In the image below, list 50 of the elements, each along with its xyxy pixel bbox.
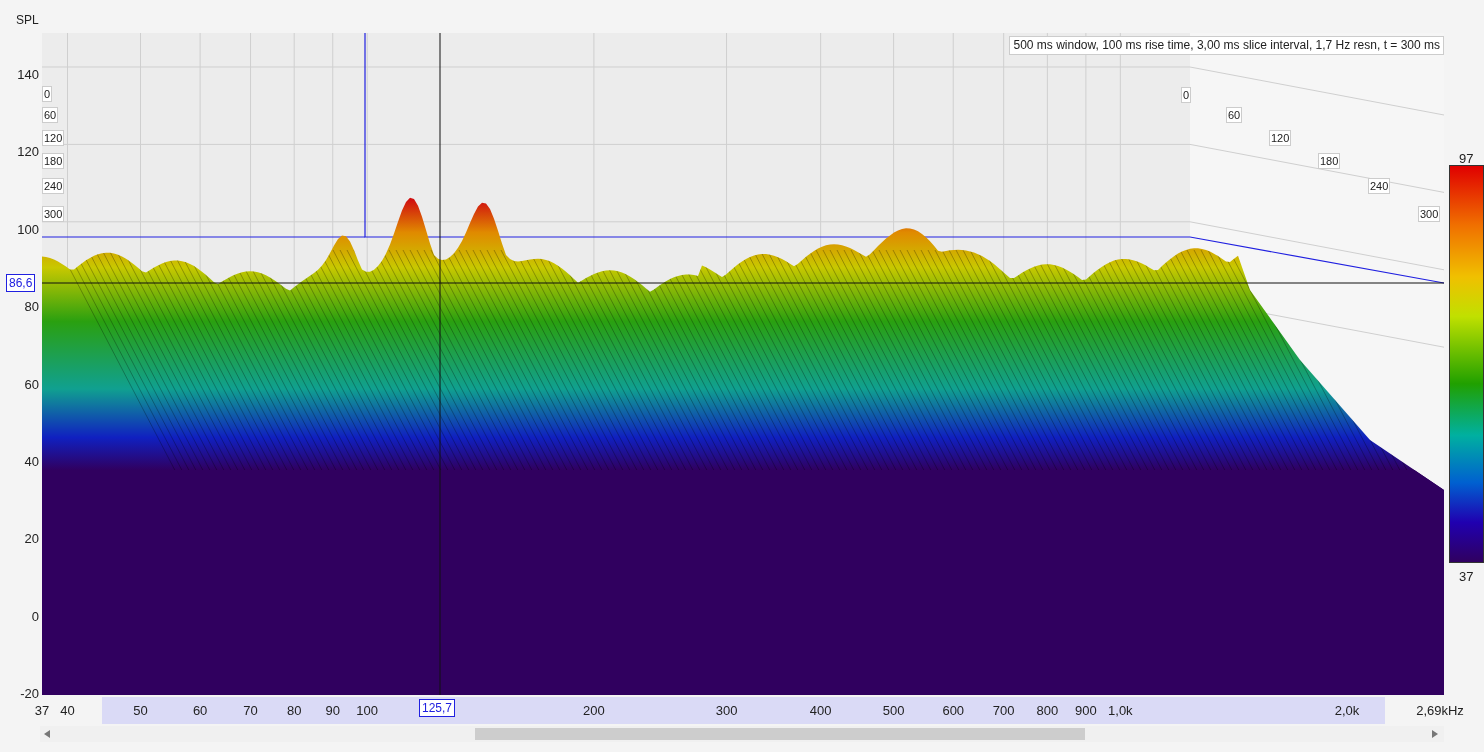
time-label: 0 [42, 86, 53, 102]
x-tick-label: 100 [356, 704, 379, 717]
x-tick-label: 90 [325, 704, 340, 717]
x-tick-label: 80 [286, 704, 302, 717]
colorbar-min-label: 37 [1459, 568, 1474, 586]
x-tick-label: 200 [583, 704, 605, 717]
time-label: 120 [1269, 130, 1292, 146]
x-tick-label: 37 [34, 704, 50, 717]
time-label: 60 [1226, 107, 1243, 123]
axis-title: SPL [16, 12, 39, 29]
cursor-value-label: 86,6 [6, 274, 36, 292]
x-tick-label: 700 [992, 704, 1015, 717]
y-tick-label: 40 [24, 455, 39, 468]
time-label: 180 [42, 153, 65, 169]
y-tick-label: 80 [24, 300, 39, 314]
x-tick-label: 2,69kHz [1416, 704, 1464, 717]
x-tick-label: 60 [192, 704, 208, 717]
colorbar-max-label: 97 [1459, 150, 1474, 168]
scrollbar-thumb[interactable] [475, 728, 1085, 740]
time-label: 300 [1418, 206, 1441, 222]
y-tick-label: 60 [24, 377, 39, 391]
x-tick-label: 900 [1075, 704, 1097, 717]
x-tick-label: 500 [882, 704, 905, 717]
time-label: 60 [42, 107, 59, 123]
cursor-frequency-label: 125,7 [419, 699, 456, 717]
y-tick-label: 100 [17, 222, 39, 236]
x-tick-label: 400 [809, 704, 832, 717]
y-tick-label: 140 [17, 68, 39, 81]
time-label: 0 [1181, 87, 1192, 103]
x-tick-label: 70 [243, 704, 258, 717]
time-label: 180 [1318, 153, 1341, 169]
scroll-left-icon[interactable] [44, 730, 50, 738]
x-tick-label: 300 [715, 704, 738, 717]
time-label: 120 [42, 130, 65, 146]
scroll-right-icon[interactable] [1432, 730, 1438, 738]
time-label: 240 [1368, 178, 1391, 194]
y-tick-label: 0 [31, 609, 39, 623]
x-tick-label: 1,0k [1108, 704, 1133, 717]
x-tick-label: 2,0k [1334, 704, 1360, 717]
y-tick-label: 120 [17, 145, 39, 159]
x-tick-label: 40 [60, 704, 75, 717]
y-tick-label: 20 [24, 532, 39, 546]
x-tick-label: 600 [942, 704, 965, 717]
x-tick-label: 800 [1036, 704, 1059, 717]
time-label: 300 [42, 206, 65, 222]
horizontal-scrollbar[interactable] [40, 726, 1444, 742]
time-label: 240 [42, 178, 65, 194]
x-tick-label: 50 [133, 704, 148, 717]
info-label: 500 ms window, 100 ms rise time, 3,00 ms slice interval, 1,7 Hz resn, t = 300 ms [1009, 36, 1444, 55]
y-tick-label: -20 [20, 687, 39, 701]
